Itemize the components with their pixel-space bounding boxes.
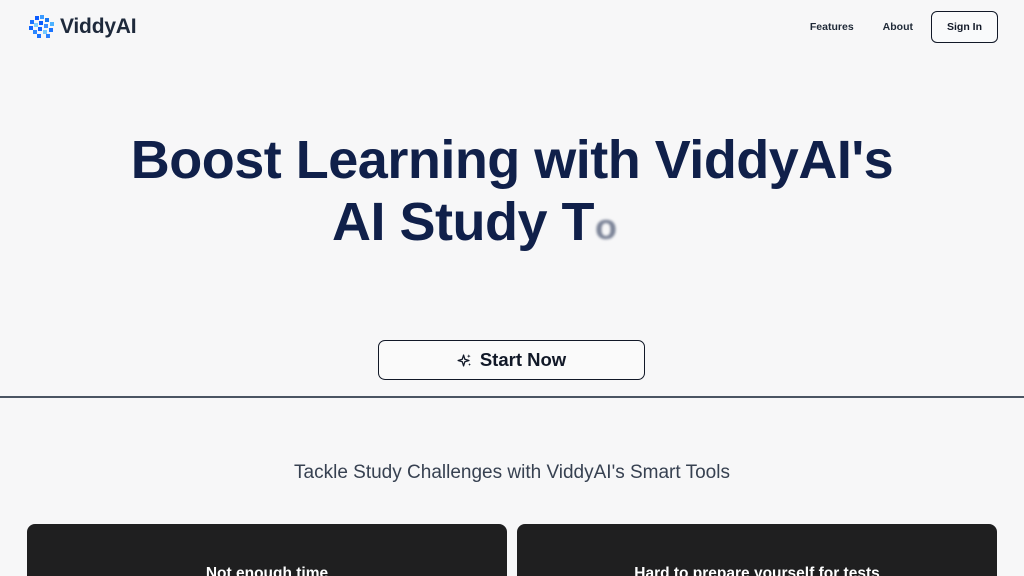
- landing-page: ViddyAI Features About Sign In Boost Lea…: [0, 0, 1024, 576]
- site-header: ViddyAI Features About Sign In: [0, 0, 1024, 56]
- section-divider: [0, 396, 1024, 398]
- pixel-cluster-logo-icon: [29, 15, 54, 38]
- hero-title-line-one: Boost Learning with ViddyAI's: [130, 130, 894, 190]
- hero-title-line-two: AI Study To: [332, 191, 932, 259]
- start-now-label: Start Now: [479, 349, 567, 370]
- brand-name: ViddyAI: [60, 15, 137, 38]
- section-title: Tackle Study Challenges with ViddyAI's S…: [294, 462, 730, 483]
- hero-title-line-two-prefix: AI Study T: [332, 192, 595, 252]
- nav-about-link[interactable]: About: [883, 12, 913, 42]
- nav-features-link[interactable]: Features: [810, 12, 854, 42]
- main-navigation: Features About Sign In: [810, 11, 998, 43]
- start-now-button[interactable]: Start Now: [378, 340, 645, 380]
- challenge-card-title: Hard to prepare yourself for tests: [634, 565, 880, 576]
- challenge-card-test-preparation: Hard to prepare yourself for tests: [517, 524, 997, 576]
- sparkle-icon: [457, 353, 471, 367]
- brand-logo-link[interactable]: ViddyAI: [28, 14, 137, 40]
- hero-title: Boost Learning with ViddyAI's AI Study T…: [0, 129, 1024, 259]
- sign-in-button[interactable]: Sign In: [931, 11, 998, 43]
- challenge-card-not-enough-time: Not enough time: [27, 524, 507, 576]
- challenge-card-title: Not enough time: [205, 565, 329, 576]
- animated-text-character: o: [595, 206, 617, 247]
